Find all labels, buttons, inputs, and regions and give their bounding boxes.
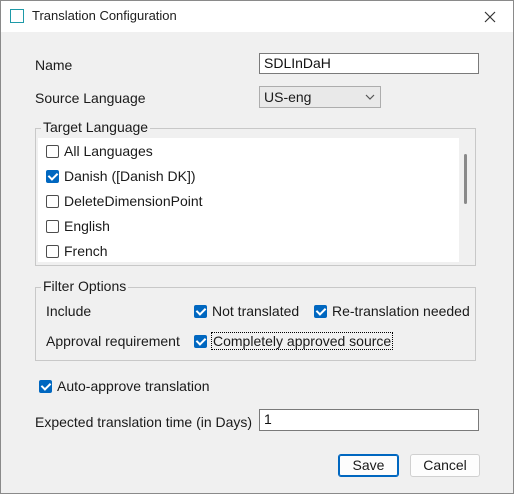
completely-approved-checkbox[interactable] (194, 334, 207, 348)
filter-options-group: Filter Options Include Not translated Re… (35, 278, 476, 361)
name-label: Name (35, 57, 73, 73)
completely-approved-option[interactable]: Completely approved source (194, 332, 394, 350)
source-language-label: Source Language (35, 90, 146, 106)
list-item[interactable]: DeleteDimensionPoint (46, 190, 203, 212)
retranslation-needed-label: Re-translation needed (332, 303, 470, 319)
save-button[interactable]: Save (338, 454, 399, 477)
dialog-body: Name SDLInDaH Source Language US-eng Tar… (1, 32, 513, 493)
target-language-group: Target Language All Languages Danish ([D… (35, 119, 476, 266)
not-translated-checkbox[interactable] (194, 304, 207, 318)
danish-checkbox[interactable] (46, 169, 59, 183)
title-bar[interactable]: Translation Configuration (1, 1, 513, 32)
list-item[interactable]: English (46, 215, 110, 237)
list-item[interactable]: French (46, 240, 108, 262)
filter-options-title: Filter Options (41, 278, 129, 295)
include-label: Include (46, 303, 92, 319)
source-language-value: US-eng (264, 89, 312, 105)
auto-approve-option[interactable]: Auto-approve translation (39, 378, 210, 394)
source-language-select[interactable]: US-eng (259, 86, 381, 108)
expected-time-label: Expected translation time (in Days) (35, 414, 253, 430)
target-language-list[interactable]: All Languages Danish ([Danish DK]) Delet… (38, 138, 475, 262)
chevron-down-icon (365, 94, 375, 100)
french-checkbox[interactable] (46, 244, 59, 258)
translation-configuration-dialog: Translation Configuration Name SDLInDaH … (0, 0, 514, 494)
not-translated-label: Not translated (212, 303, 300, 319)
retranslation-option[interactable]: Re-translation needed (314, 303, 470, 319)
scroll-thumb[interactable] (464, 154, 467, 204)
target-language-title: Target Language (41, 119, 151, 136)
completely-approved-label: Completely approved source (210, 332, 394, 350)
list-item-label: All Languages (64, 143, 153, 159)
window-title: Translation Configuration (32, 8, 177, 23)
deletedimensionpoint-checkbox[interactable] (46, 194, 59, 208)
cancel-button[interactable]: Cancel (410, 454, 480, 477)
retranslation-needed-checkbox[interactable] (314, 304, 327, 318)
list-item[interactable]: All Languages (46, 140, 153, 162)
auto-approve-label: Auto-approve translation (57, 378, 210, 394)
name-field[interactable]: SDLInDaH (259, 53, 479, 74)
list-item-label: French (64, 243, 108, 259)
all-languages-checkbox[interactable] (46, 144, 59, 158)
list-item-label: English (64, 218, 110, 234)
list-item-label: DeleteDimensionPoint (64, 193, 203, 209)
list-scrollbar[interactable] (459, 138, 475, 262)
list-item[interactable]: Danish ([Danish DK]) (46, 165, 196, 187)
list-item-label: Danish ([Danish DK]) (64, 168, 196, 184)
expected-time-field[interactable]: 1 (259, 409, 479, 431)
english-checkbox[interactable] (46, 219, 59, 233)
auto-approve-checkbox[interactable] (39, 379, 52, 393)
not-translated-option[interactable]: Not translated (194, 303, 299, 319)
close-icon (484, 11, 496, 22)
app-icon (10, 9, 24, 23)
approval-requirement-label: Approval requirement (46, 333, 180, 349)
close-button[interactable] (467, 1, 513, 32)
